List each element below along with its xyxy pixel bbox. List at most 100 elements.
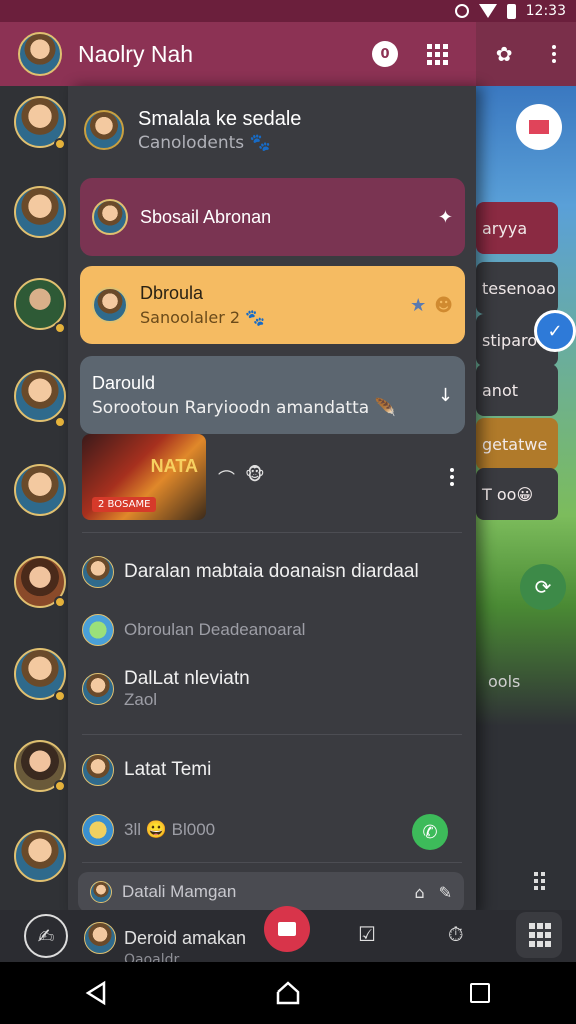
status-bar: 12:33 — [0, 0, 576, 22]
pen-icon: ✍ — [37, 924, 55, 948]
account-avatar — [84, 110, 124, 150]
app-bar-extension: ✿ — [476, 22, 576, 86]
account-subtitle: Canolodents 🐾 — [138, 132, 271, 153]
lock-icon[interactable]: ⌂ — [414, 883, 424, 902]
status-badge — [54, 690, 66, 702]
home-icon — [276, 981, 300, 1005]
list-item[interactable]: Latat Temi — [82, 754, 462, 786]
divider — [82, 532, 462, 533]
divider — [82, 862, 462, 863]
rail-avatar[interactable] — [14, 370, 66, 422]
status-badge — [54, 596, 66, 608]
list-item-subtitle: 3ll 😀 Bl000 — [124, 820, 216, 839]
notifications-button[interactable]: 0 — [372, 41, 398, 67]
apps-grid-button[interactable] — [424, 41, 450, 67]
mail-button[interactable] — [516, 104, 562, 150]
game-more-button[interactable] — [442, 467, 462, 487]
rail-avatar[interactable] — [14, 464, 66, 516]
nav-recents-button[interactable] — [450, 973, 510, 1013]
check-icon: ✓ — [547, 320, 563, 342]
grid-icon — [426, 43, 448, 65]
apps-button[interactable] — [516, 912, 562, 958]
list-item-title: Latat Temi — [124, 759, 212, 780]
bottom-chat-row[interactable]: Deroid amakan — [84, 922, 246, 954]
app-bar: Naolry Nah 0 — [0, 22, 476, 86]
status-time: 12:33 — [525, 3, 566, 19]
background-card[interactable]: anot — [476, 364, 558, 416]
grid-dots-icon[interactable] — [534, 872, 545, 890]
list-avatar — [82, 556, 114, 588]
chat-card-3[interactable]: Darould Sorootoun Raryioodn amandatta 🪶 … — [80, 356, 465, 434]
card-avatar — [92, 199, 128, 235]
emoji-icon: ☻ — [434, 294, 453, 316]
new-note-button[interactable] — [264, 906, 310, 952]
puzzle-icon[interactable]: ✿ — [496, 42, 513, 66]
avatar-rail — [0, 86, 70, 966]
game-thumbnail[interactable]: NATA 2 BOSAME — [82, 434, 206, 520]
background-card[interactable]: getatwe — [476, 418, 558, 470]
game-badge: 2 BOSAME — [92, 497, 157, 512]
calendar-check-icon[interactable]: ☑ — [358, 922, 376, 946]
notification-count-badge: 0 — [372, 41, 398, 67]
call-button[interactable]: ✆ — [412, 814, 448, 850]
list-item-title: DalLat nleviatn — [124, 668, 250, 689]
recents-icon — [470, 983, 490, 1003]
more-options-icon[interactable] — [552, 45, 557, 63]
card-subtitle: Sanoolaler 2 🐾 — [140, 308, 266, 327]
list-avatar — [82, 614, 114, 646]
kebab-icon — [450, 468, 454, 486]
background-card[interactable]: tesenoao — [476, 262, 558, 314]
list-item-subtitle: Obroulan Deadeanoaral — [124, 620, 306, 639]
refresh-button[interactable]: ⟳ — [520, 564, 566, 610]
chat-card-1[interactable]: Sbosail Abronan ✦ — [80, 178, 465, 256]
bottom-label: Deroid amakan — [124, 927, 247, 948]
check-button[interactable]: ✓ — [534, 310, 576, 352]
back-icon — [85, 980, 106, 1006]
background-card[interactable]: T oo😀 — [476, 468, 558, 520]
list-item[interactable]: Daralan mabtaia doanaisn diardaal — [82, 556, 462, 588]
edit-icon[interactable]: ✎ — [439, 883, 452, 902]
star-icon: ★ — [410, 294, 427, 316]
bottom-avatar — [84, 922, 116, 954]
status-badge — [54, 322, 66, 334]
search-input[interactable]: Datali Mamgan — [122, 882, 400, 902]
account-name: Smalala ke sedale — [138, 107, 302, 130]
download-icon[interactable]: ↓ — [438, 385, 453, 406]
alarm-icon — [454, 4, 469, 18]
emblem-icon: ⌒ — [218, 469, 235, 490]
list-item[interactable]: DalLat nleviatn Zaol — [82, 668, 462, 710]
system-nav-bar — [0, 962, 576, 1024]
game-emoji: 🐵 — [245, 464, 265, 485]
list-item[interactable]: Obroulan Deadeanoaral — [82, 614, 462, 646]
nav-home-button[interactable] — [258, 973, 318, 1013]
compose-button[interactable]: ✍ — [24, 914, 68, 958]
nav-back-button[interactable] — [66, 973, 126, 1013]
status-badge — [54, 780, 66, 792]
list-item-subtitle: Zaol — [124, 690, 158, 709]
background-label: ools — [488, 672, 521, 691]
list-item-title: Daralan mabtaia doanaisn diardaal — [124, 561, 419, 582]
rail-avatar[interactable] — [14, 830, 66, 882]
list-avatar — [82, 673, 114, 705]
account-header[interactable]: Smalala ke sedale Canolodents 🐾 — [84, 98, 464, 162]
list-item[interactable]: 3ll 😀 Bl000 ✆ — [82, 814, 462, 850]
chat-card-2[interactable]: Dbroula Sanoolaler 2 🐾 ★ ☻ — [80, 266, 465, 344]
refresh-icon: ⟳ — [534, 575, 552, 599]
timer-icon[interactable]: ⏱ — [448, 922, 464, 946]
list-avatar — [82, 754, 114, 786]
game-promo-row[interactable]: NATA 2 BOSAME ⌒ 🐵 — [82, 432, 462, 522]
card-title: Sbosail Abronan — [140, 206, 272, 227]
mail-icon — [529, 120, 549, 134]
phone-icon: ✆ — [422, 821, 438, 843]
status-badge — [54, 138, 66, 150]
background-card[interactable]: aryya — [476, 202, 558, 254]
card-avatar — [92, 287, 128, 323]
list-avatar — [82, 814, 114, 846]
search-bar[interactable]: Datali Mamgan ⌂ ✎ — [78, 872, 464, 912]
rail-avatar[interactable] — [14, 186, 66, 238]
app-title: Naolry Nah — [78, 40, 194, 67]
pin-icon[interactable]: ✦ — [438, 207, 453, 228]
game-title: NATA — [150, 456, 198, 476]
navigation-drawer: Smalala ke sedale Canolodents 🐾 Sbosail … — [68, 86, 476, 918]
profile-avatar[interactable] — [18, 32, 62, 76]
